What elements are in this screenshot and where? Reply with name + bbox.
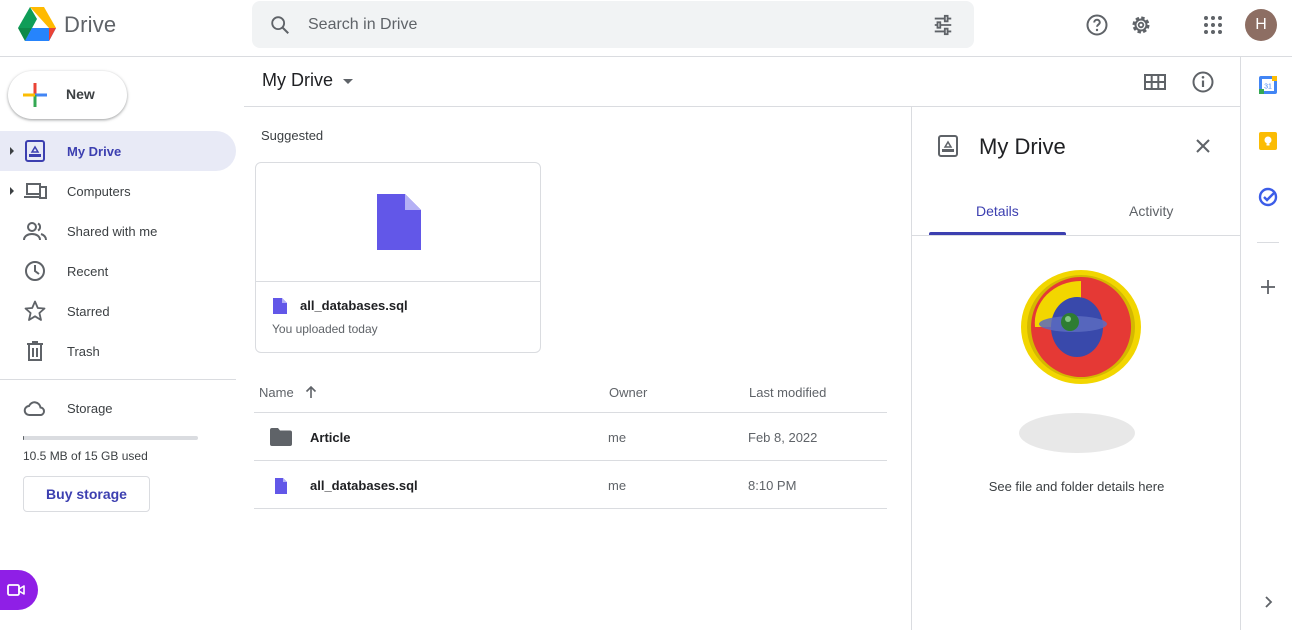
sidebar-item-label: Shared with me: [67, 224, 158, 239]
rail-divider: [1257, 242, 1279, 243]
sidebar-item-recent[interactable]: Recent: [0, 251, 236, 291]
sidebar-item-label: Storage: [67, 401, 113, 416]
sidebar-divider: [0, 379, 236, 380]
row-last-modified: Feb 8, 2022: [748, 430, 818, 445]
sidebar-item-label: Starred: [67, 304, 110, 319]
sort-arrow-up-icon[interactable]: [303, 384, 319, 400]
sidebar-item-trash[interactable]: Trash: [0, 331, 236, 371]
table-row[interactable]: Article me Feb 8, 2022: [254, 413, 887, 461]
search-options-icon[interactable]: [932, 14, 954, 36]
suggested-file-card[interactable]: all_databases.sql You uploaded today: [255, 162, 541, 353]
side-apps-rail: 31: [1240, 57, 1292, 630]
row-last-modified: 8:10 PM: [748, 478, 797, 493]
tab-details[interactable]: Details: [976, 203, 1019, 219]
details-panel: My Drive Details Activity See file and f…: [911, 107, 1241, 630]
search-input[interactable]: [308, 13, 908, 37]
storage-usage-fill: [23, 436, 24, 440]
my-drive-icon: [938, 135, 958, 157]
account-avatar[interactable]: H: [1245, 9, 1277, 41]
storage-usage-bar: [23, 436, 198, 440]
row-owner: me: [608, 478, 627, 493]
table-row[interactable]: all_databases.sql me 8:10 PM: [254, 461, 887, 509]
card-file-subtitle: You uploaded today: [272, 322, 378, 336]
sidebar-item-label: Computers: [67, 184, 131, 199]
sidebar-item-starred[interactable]: Starred: [0, 291, 236, 331]
new-button-label: New: [66, 86, 95, 102]
sidebar-item-my-drive[interactable]: My Drive: [0, 131, 236, 171]
new-button[interactable]: New: [8, 71, 127, 119]
column-header-owner[interactable]: Owner: [609, 385, 647, 400]
sidebar-item-storage[interactable]: Storage: [0, 388, 236, 428]
storage-used-text: 10.5 MB of 15 GB used: [23, 449, 148, 463]
info-icon[interactable]: [1191, 70, 1215, 94]
add-addon-plus-icon[interactable]: [1258, 277, 1278, 297]
column-header-name[interactable]: Name: [259, 385, 294, 400]
clock-icon: [25, 261, 45, 281]
drive-logo-icon[interactable]: [18, 7, 56, 41]
help-icon[interactable]: [1085, 13, 1109, 37]
trash-icon: [27, 341, 43, 361]
file-icon: [275, 478, 287, 494]
expand-caret-icon[interactable]: [8, 185, 16, 197]
document-icon: [377, 194, 421, 250]
details-title: My Drive: [979, 134, 1066, 159]
table-divider: [254, 508, 887, 509]
row-owner: me: [608, 430, 627, 445]
app-brand[interactable]: Drive: [64, 12, 116, 38]
shared-people-icon: [23, 222, 47, 241]
chevron-right-icon[interactable]: [1258, 592, 1278, 612]
sidebar-item-label: My Drive: [67, 144, 122, 159]
page-title[interactable]: My Drive: [262, 70, 333, 91]
tab-divider: [912, 235, 1241, 236]
search-bar[interactable]: [252, 1, 974, 48]
grid-view-icon[interactable]: [1143, 70, 1167, 94]
my-drive-icon: [25, 140, 45, 162]
details-hint-text: See file and folder details here: [988, 479, 1165, 494]
apps-grid-icon[interactable]: [1201, 13, 1225, 37]
computers-icon: [24, 183, 47, 199]
keep-notes-icon[interactable]: [1258, 131, 1278, 151]
buy-storage-button[interactable]: Buy storage: [23, 476, 150, 512]
row-file-name: Article: [310, 430, 351, 445]
card-file-name: all_databases.sql: [300, 298, 408, 313]
column-header-last-modified[interactable]: Last modified: [749, 385, 826, 400]
close-icon[interactable]: [1193, 136, 1213, 156]
tab-activity[interactable]: Activity: [1129, 203, 1173, 219]
top-bar: Drive Search in Drive H: [0, 0, 1292, 57]
sidebar-item-label: Recent: [67, 264, 109, 279]
star-icon: [24, 300, 46, 321]
folder-icon: [270, 428, 292, 446]
chevron-down-icon[interactable]: [343, 79, 353, 85]
sidebar-item-shared-with-me[interactable]: Shared with me: [0, 211, 236, 251]
sidebar-item-computers[interactable]: Computers: [0, 171, 236, 211]
settings-gear-icon[interactable]: [1129, 13, 1153, 37]
tasks-icon[interactable]: [1258, 187, 1278, 207]
file-preview[interactable]: [256, 163, 540, 282]
cloud-icon: [23, 401, 45, 416]
calendar-icon[interactable]: 31: [1258, 75, 1278, 95]
search-icon[interactable]: [269, 14, 291, 36]
file-type-icon: [273, 298, 287, 314]
expand-caret-icon[interactable]: [8, 145, 16, 157]
video-camera-icon: [7, 584, 25, 596]
details-illustration: [1019, 270, 1141, 453]
meet-video-button[interactable]: [0, 570, 38, 610]
plus-icon: [23, 83, 47, 107]
sidebar-item-label: Trash: [67, 344, 100, 359]
svg-text:31: 31: [1264, 84, 1272, 91]
row-file-name: all_databases.sql: [310, 478, 418, 493]
suggested-heading: Suggested: [261, 128, 324, 143]
